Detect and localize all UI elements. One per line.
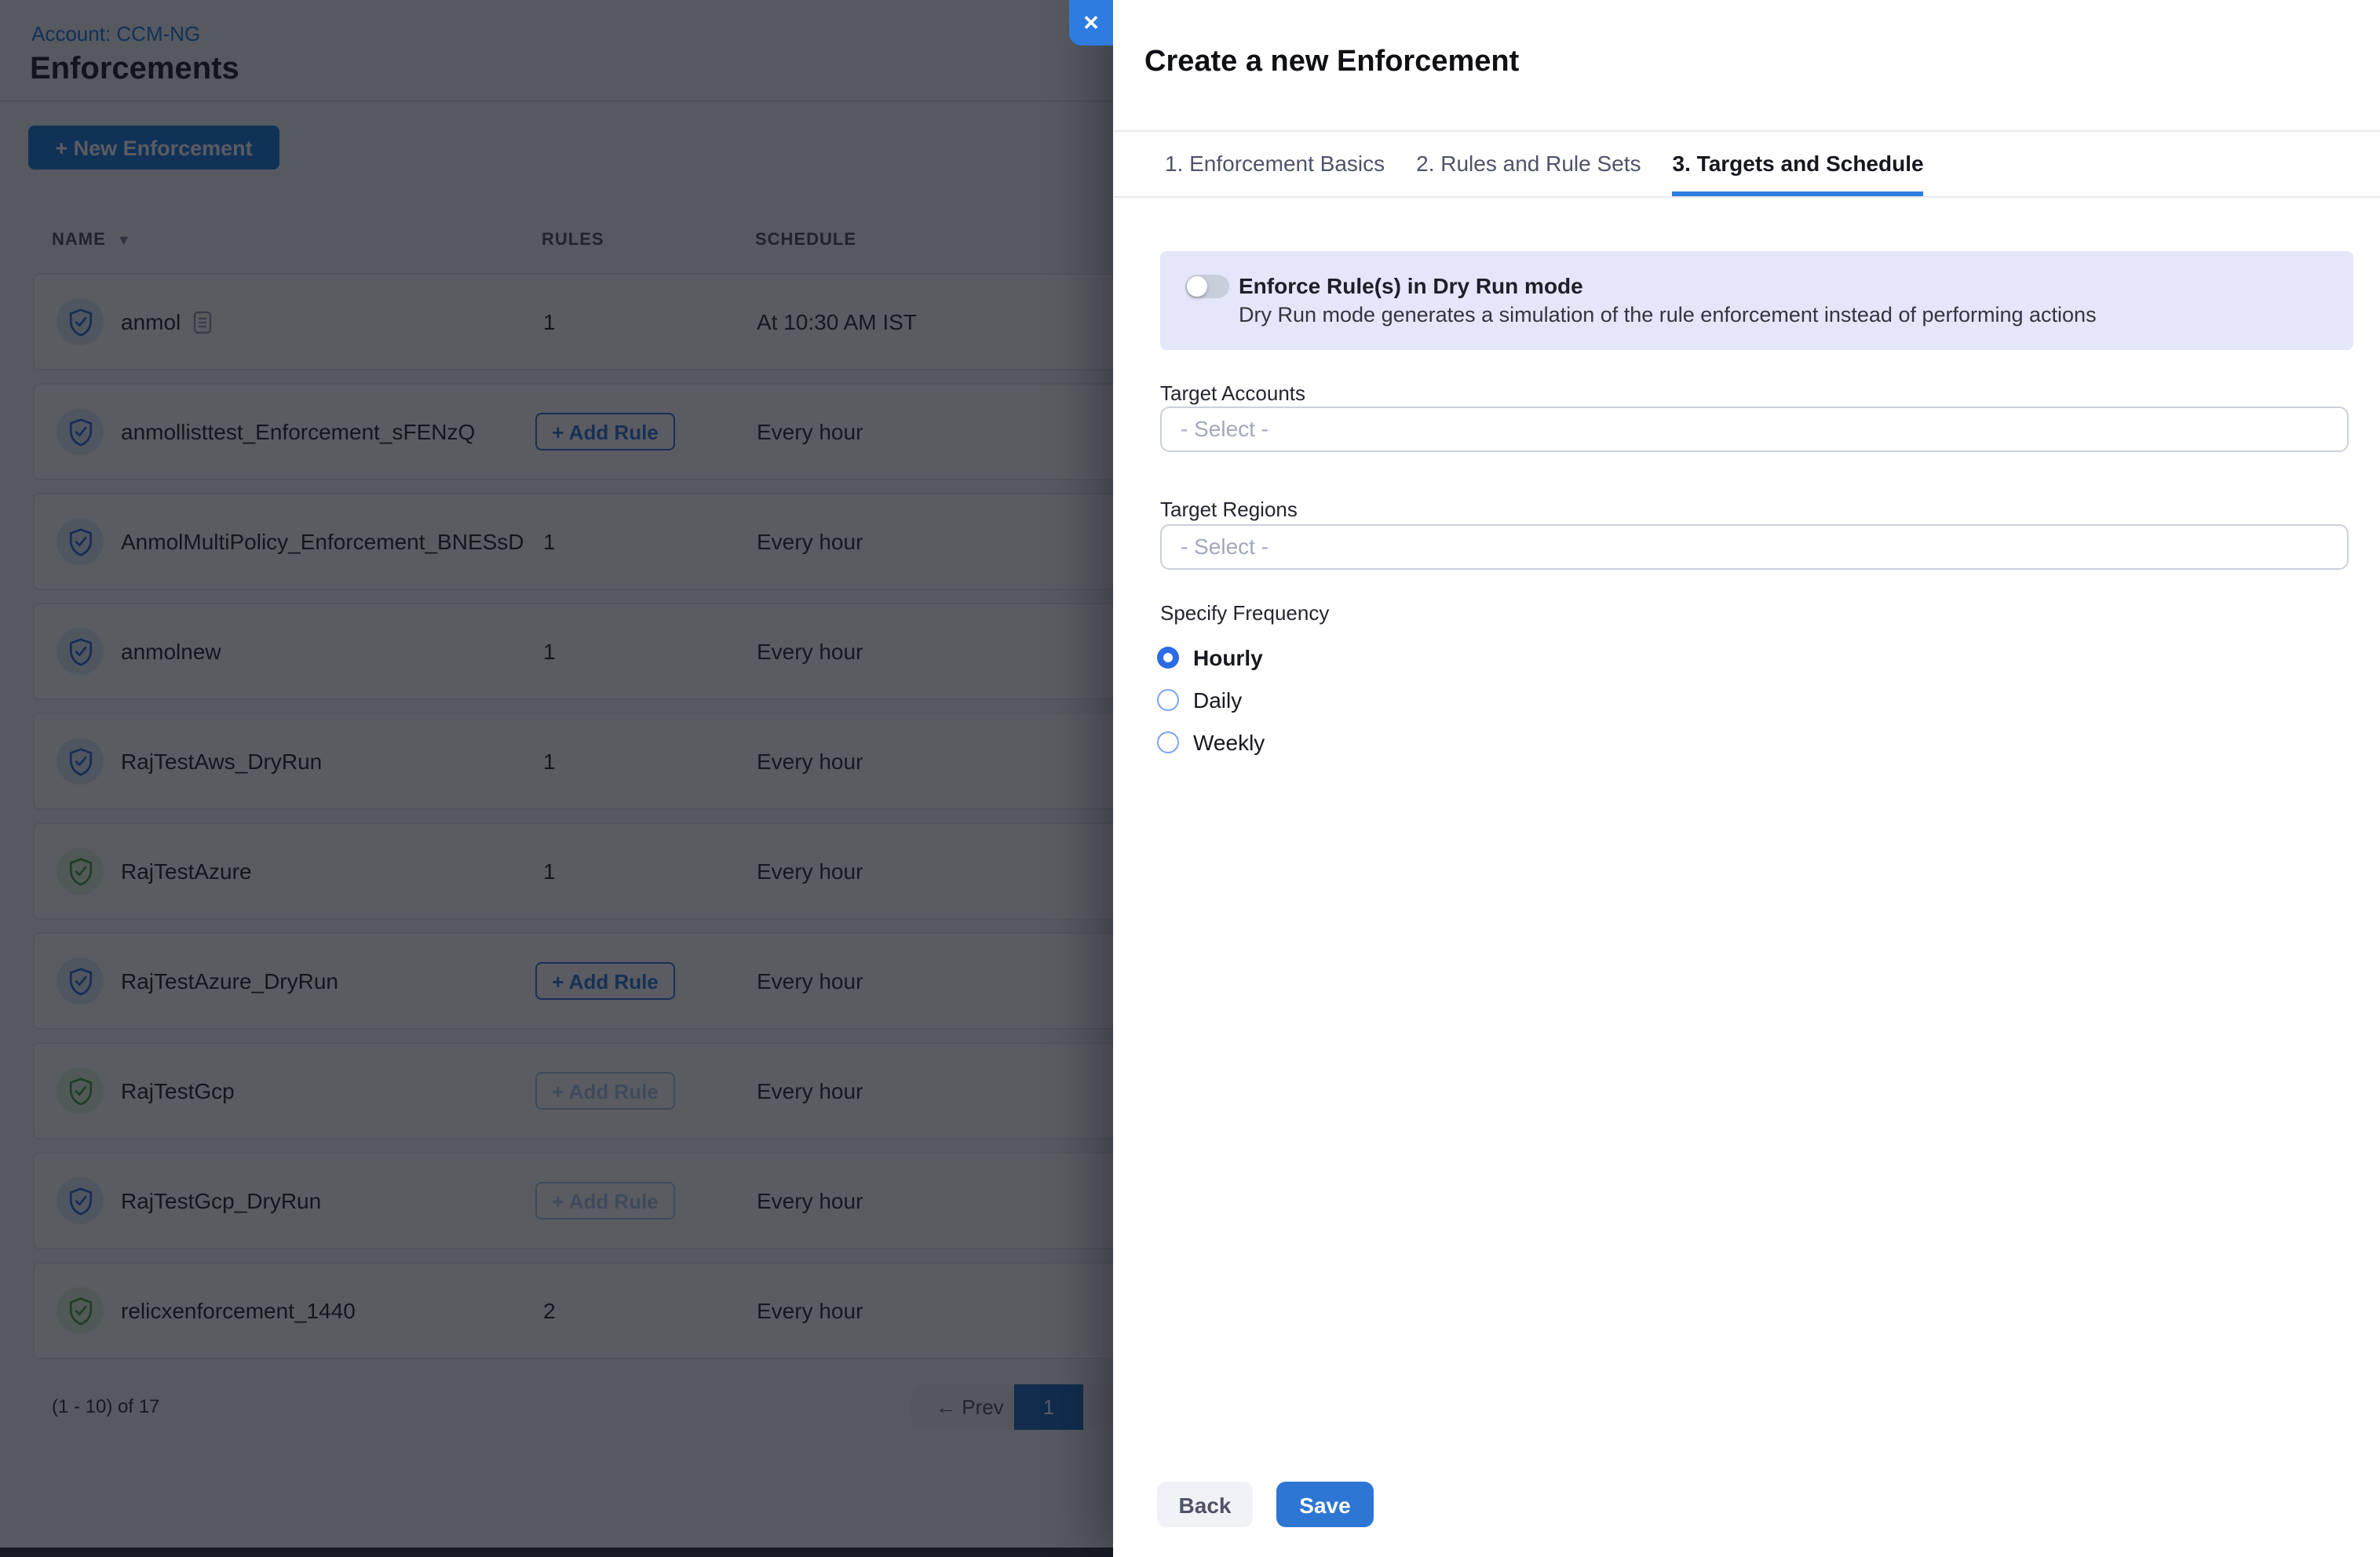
frequency-option-label: Weekly xyxy=(1193,729,1265,754)
modal-title: Create a new Enforcement xyxy=(1144,46,1519,80)
dry-run-banner: Enforce Rule(s) in Dry Run mode Dry Run … xyxy=(1160,251,2353,350)
frequency-option-label: Hourly xyxy=(1193,644,1263,669)
screen: Account: CCM-NG Enforcements + New Enfor… xyxy=(0,0,2380,1557)
dry-run-title: Enforce Rule(s) in Dry Run mode xyxy=(1239,273,1583,298)
wizard-tab-3[interactable]: 3. Targets and Schedule xyxy=(1673,132,1924,196)
frequency-option-label: Daily xyxy=(1193,687,1242,712)
radio-selected-icon[interactable] xyxy=(1157,646,1179,668)
radio-unselected-icon[interactable] xyxy=(1157,731,1179,753)
target-accounts-placeholder: - Select - xyxy=(1162,408,2347,450)
target-regions-placeholder: - Select - xyxy=(1162,526,2347,568)
modal-overlay[interactable] xyxy=(0,0,1113,1557)
app: Account: CCM-NG Enforcements + New Enfor… xyxy=(0,0,2380,1557)
wizard-tab-2[interactable]: 2. Rules and Rule Sets xyxy=(1416,132,1641,196)
target-regions-select[interactable]: - Select - xyxy=(1160,524,2349,570)
save-button[interactable]: Save xyxy=(1276,1482,1374,1527)
back-button[interactable]: Back xyxy=(1157,1482,1253,1527)
frequency-option-weekly[interactable]: Weekly xyxy=(1157,720,1265,763)
frequency-option-hourly[interactable]: Hourly xyxy=(1157,636,1265,678)
target-accounts-label: Target Accounts xyxy=(1160,381,1305,405)
target-accounts-select[interactable]: - Select - xyxy=(1160,407,2349,452)
target-regions-label: Target Regions xyxy=(1160,498,1298,521)
close-icon[interactable]: ✕ xyxy=(1069,0,1113,46)
wizard-tab-1[interactable]: 1. Enforcement Basics xyxy=(1165,132,1385,196)
dry-run-toggle[interactable] xyxy=(1185,275,1229,298)
frequency-option-daily[interactable]: Daily xyxy=(1157,678,1265,720)
frequency-label: Specify Frequency xyxy=(1160,601,1329,625)
radio-unselected-icon[interactable] xyxy=(1157,688,1179,710)
wizard-tabs: 1. Enforcement Basics 2. Rules and Rule S… xyxy=(1165,132,1955,198)
frequency-radio-group: Hourly Daily Weekly xyxy=(1157,636,1265,763)
create-enforcement-drawer: ✕ Create a new Enforcement 1. Enforcemen… xyxy=(1113,0,2380,1557)
dry-run-description: Dry Run mode generates a simulation of t… xyxy=(1239,303,2097,326)
toggle-knob xyxy=(1187,276,1207,297)
